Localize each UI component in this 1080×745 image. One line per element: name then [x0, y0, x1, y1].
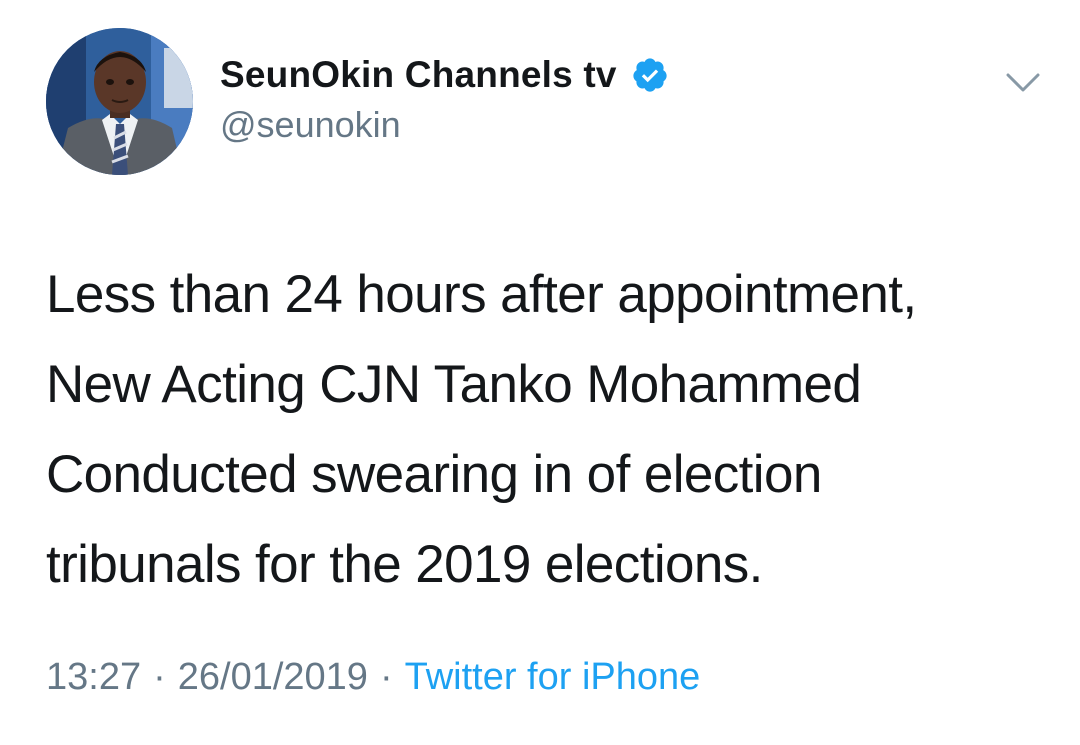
tweet-time[interactable]: 13:27: [46, 656, 141, 699]
tweet-text-line: tribunals for the 2019 elections.: [46, 535, 763, 594]
tweet-date[interactable]: 26/01/2019: [178, 656, 368, 699]
tweet-text: Less than 24 hours after appointment, Ne…: [46, 250, 1046, 610]
display-name[interactable]: SeunOkin Channels tv: [220, 54, 617, 96]
tweet-source-link[interactable]: Twitter for iPhone: [405, 656, 701, 699]
chevron-down-icon[interactable]: [1004, 68, 1042, 98]
meta-separator: ·: [153, 655, 166, 698]
tweet-text-line: Conducted swearing in of election: [46, 445, 822, 504]
author-row: SeunOkin Channels tv: [220, 52, 669, 98]
profile-photo: [46, 28, 193, 175]
tweet-text-line: New Acting CJN Tanko Mohammed: [46, 355, 862, 414]
tweet-text-line: Less than 24 hours after appointment,: [46, 265, 917, 324]
avatar[interactable]: [46, 28, 193, 175]
verified-badge-icon: [631, 56, 669, 94]
meta-separator: ·: [379, 655, 393, 698]
tweet-card: SeunOkin Channels tv @seunokin Less than…: [0, 0, 1080, 745]
handle[interactable]: @seunokin: [220, 104, 401, 146]
tweet-meta: 13:27 · 26/01/2019 · Twitter for iPhone: [46, 652, 700, 702]
